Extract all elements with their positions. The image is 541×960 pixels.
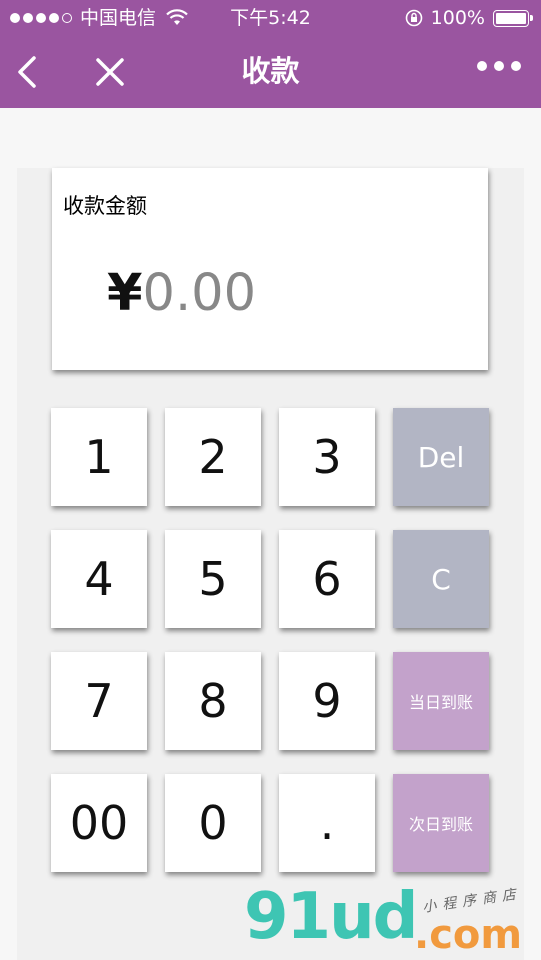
- same-day-settlement-button[interactable]: 当日到账: [393, 652, 489, 750]
- clear-button[interactable]: C: [393, 530, 489, 628]
- key-4[interactable]: 4: [51, 530, 147, 628]
- watermark-domain: .com: [414, 912, 523, 958]
- status-bar: 中国电信 下午5:42 100%: [0, 0, 541, 36]
- page-title: 收款: [241, 54, 300, 88]
- orientation-lock-icon: [405, 9, 422, 27]
- key-6[interactable]: 6: [279, 530, 375, 628]
- battery-icon: [493, 9, 533, 27]
- key-2[interactable]: 2: [165, 408, 261, 506]
- key-00[interactable]: 00: [51, 774, 147, 872]
- amount-label: 收款金额: [63, 194, 147, 218]
- key-5[interactable]: 5: [165, 530, 261, 628]
- key-1[interactable]: 1: [51, 408, 147, 506]
- site-watermark: 91ud .com 小程序商店: [244, 880, 534, 958]
- navigation-bar: 收款: [0, 36, 541, 108]
- amount-display: ¥0.00: [107, 264, 256, 323]
- key-3[interactable]: 3: [279, 408, 375, 506]
- watermark-brand: 91ud: [244, 880, 418, 954]
- currency-symbol: ¥: [107, 264, 143, 323]
- more-options-icon[interactable]: [477, 61, 521, 71]
- key-8[interactable]: 8: [165, 652, 261, 750]
- key-7[interactable]: 7: [51, 652, 147, 750]
- amount-value: 0.00: [142, 264, 257, 323]
- status-right: 100%: [405, 0, 533, 36]
- next-day-settlement-button[interactable]: 次日到账: [393, 774, 489, 872]
- key-9[interactable]: 9: [279, 652, 375, 750]
- header-bar: 中国电信 下午5:42 100% 收款: [0, 0, 541, 108]
- amount-card: 收款金额 ¥0.00: [52, 168, 488, 370]
- key-0[interactable]: 0: [165, 774, 261, 872]
- key-decimal[interactable]: .: [279, 774, 375, 872]
- battery-percent: 100%: [430, 7, 485, 29]
- delete-button[interactable]: Del: [393, 408, 489, 506]
